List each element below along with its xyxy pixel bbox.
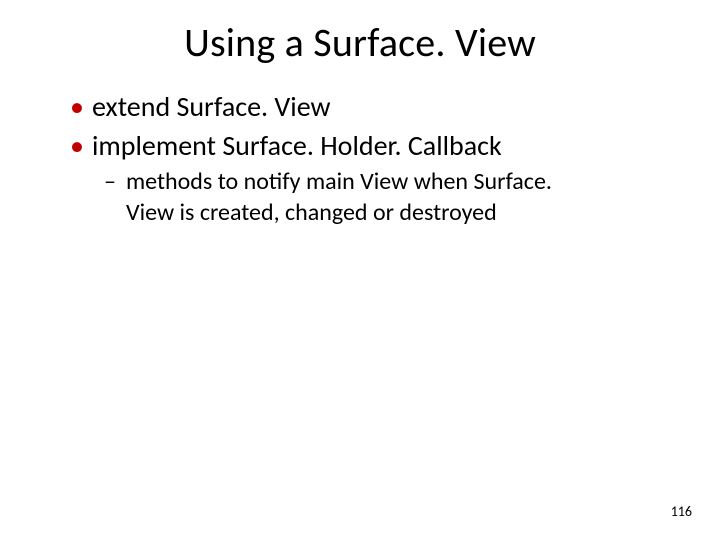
bullet-list: extend Surface. View implement Surface. …	[48, 89, 672, 163]
page-number: 116	[671, 503, 692, 520]
bullet-item: implement Surface. Holder. Callback	[70, 128, 672, 163]
bullet-item: extend Surface. View	[70, 89, 672, 124]
sub-bullet-list: methods to notify main View when Surface…	[48, 167, 672, 228]
slide: Using a Surface. View extend Surface. Vi…	[0, 0, 720, 540]
slide-title: Using a Surface. View	[48, 18, 672, 67]
sub-bullet-item: methods to notify main View when Surface…	[104, 167, 574, 228]
